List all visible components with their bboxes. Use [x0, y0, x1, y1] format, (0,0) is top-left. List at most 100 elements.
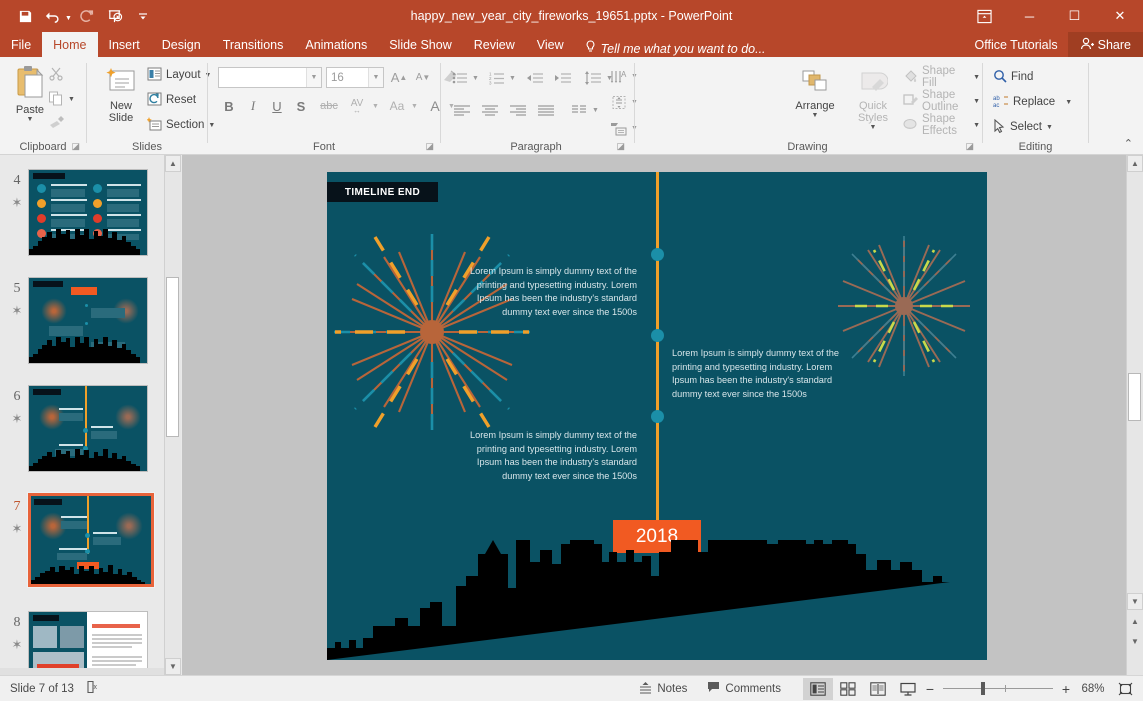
thumbnail-8[interactable] [28, 611, 148, 675]
tab-home[interactable]: Home [42, 32, 98, 57]
present-icon[interactable] [102, 4, 128, 28]
replace-caret[interactable]: ▼ [1065, 99, 1072, 106]
columns-button[interactable] [567, 99, 591, 121]
increase-indent-button[interactable] [551, 67, 575, 89]
reset-button[interactable]: Reset [147, 90, 196, 110]
quick-styles-caret[interactable]: ▼ [870, 124, 877, 131]
bullets-button[interactable] [449, 67, 471, 89]
arrange-dropdown-caret[interactable]: ▼ [812, 112, 819, 119]
reading-view-button[interactable] [863, 678, 893, 700]
arrange-button[interactable]: Arrange ▼ [787, 69, 843, 119]
font-size-dropdown-caret[interactable]: ▼ [368, 68, 383, 87]
text-direction-button[interactable]: A [607, 65, 631, 87]
slide-editing-area[interactable]: TIMELINE END Lorem Ipsum is simply dummy… [182, 155, 1126, 675]
minimize-button[interactable]: ─ [1007, 0, 1052, 32]
align-right-button[interactable] [505, 99, 531, 121]
change-case-caret[interactable]: ▼ [411, 103, 418, 110]
new-slide-button[interactable]: New Slide [95, 67, 147, 124]
increase-font-size-button[interactable]: A ▲ [388, 67, 410, 88]
numbering-button[interactable]: 123 [486, 67, 508, 89]
shape-outline-button[interactable]: Shape Outline ▼ [903, 89, 980, 113]
customize-quick-access-icon[interactable] [130, 4, 156, 28]
shape-effects-caret[interactable]: ▼ [973, 122, 980, 129]
slide-show-button[interactable] [893, 678, 923, 700]
character-spacing-caret[interactable]: ▼ [372, 103, 379, 110]
slide-canvas[interactable]: TIMELINE END Lorem Ipsum is simply dummy… [327, 172, 987, 660]
paste-button[interactable]: Paste ▼ [8, 65, 52, 123]
paste-dropdown-caret[interactable]: ▼ [27, 116, 34, 123]
convert-to-smartart-button[interactable] [607, 117, 631, 139]
zoom-level-label[interactable]: 68% [1073, 683, 1113, 695]
timeline-text-block-3[interactable]: Lorem Ipsum is simply dummy text of the … [452, 429, 637, 483]
slide-scrollbar-thumb[interactable] [1128, 373, 1141, 421]
thumbnail-scrollbar-thumb[interactable] [166, 277, 179, 437]
italic-button[interactable]: I [242, 95, 264, 117]
thumbnail-row-7[interactable]: 7 ✶ [0, 489, 165, 599]
shape-effects-button[interactable]: Shape Effects ▼ [903, 113, 980, 137]
center-button[interactable] [477, 99, 503, 121]
tab-design[interactable]: Design [151, 32, 212, 57]
timeline-text-block-1[interactable]: Lorem Ipsum is simply dummy text of the … [452, 265, 637, 319]
layout-button[interactable]: Layout ▼ [147, 65, 211, 85]
thumbnail-scroll-up-icon[interactable]: ▲ [165, 155, 181, 172]
zoom-slider[interactable] [943, 676, 1053, 701]
paragraph-dialog-launcher[interactable]: ◪ [616, 141, 625, 152]
maximize-button[interactable]: ☐ [1052, 0, 1097, 32]
close-button[interactable]: ✕ [1097, 0, 1143, 32]
align-left-button[interactable] [449, 99, 475, 121]
clipboard-dialog-launcher[interactable]: ◪ [71, 141, 80, 152]
decrease-font-size-button[interactable]: A ▼ [412, 67, 434, 88]
drawing-dialog-launcher[interactable]: ◪ [965, 141, 974, 152]
select-button[interactable]: Select ▼ [993, 117, 1053, 137]
text-shadow-button[interactable]: S [290, 95, 312, 117]
slide-scroll-up-icon[interactable]: ▲ [1127, 155, 1143, 172]
thumbnail-4[interactable] [28, 169, 148, 256]
redo-icon[interactable] [74, 4, 100, 28]
tab-file[interactable]: File [0, 32, 42, 57]
shape-fill-button[interactable]: Shape Fill ▼ [903, 65, 980, 89]
spell-check-icon[interactable]: x [86, 680, 100, 697]
timeline-text-block-2[interactable]: Lorem Ipsum is simply dummy text of the … [672, 347, 857, 401]
character-spacing-button[interactable]: AV ↔ [342, 95, 372, 117]
font-size-box[interactable]: 16 ▼ [326, 67, 384, 88]
change-case-button[interactable]: Aa [384, 95, 410, 117]
justify-button[interactable] [533, 99, 559, 121]
zoom-in-button[interactable]: + [1059, 681, 1073, 697]
thumbnail-row-6[interactable]: 6 ✶ [0, 381, 165, 481]
zoom-out-button[interactable]: − [923, 681, 937, 697]
tab-review[interactable]: Review [463, 32, 526, 57]
tell-me-search[interactable]: Tell me what you want to do... [575, 40, 766, 57]
numbering-caret[interactable]: ▼ [509, 75, 516, 82]
format-painter-button[interactable] [48, 113, 65, 133]
next-slide-icon[interactable]: ▼ [1127, 637, 1143, 646]
tab-insert[interactable]: Insert [98, 32, 151, 57]
thumbnail-6[interactable] [28, 385, 148, 472]
normal-view-button[interactable] [803, 677, 833, 700]
comments-button[interactable]: Comments [697, 676, 791, 701]
thumbnail-scroll-down-icon[interactable]: ▼ [165, 658, 181, 675]
bold-button[interactable]: B [218, 95, 240, 117]
thumbnail-row-5[interactable]: 5 ✶ [0, 273, 165, 373]
tab-slide-show[interactable]: Slide Show [378, 32, 463, 57]
thumbnail-pane-scrollbar[interactable]: ▲ ▼ [164, 155, 181, 675]
shape-outline-caret[interactable]: ▼ [973, 98, 980, 105]
thumbnail-5[interactable] [28, 277, 148, 364]
slide-sorter-view-button[interactable] [833, 678, 863, 700]
bullets-caret[interactable]: ▼ [472, 75, 479, 82]
thumbnail-pane-hscroll[interactable] [0, 668, 164, 675]
underline-button[interactable]: U [266, 95, 288, 117]
save-icon[interactable] [12, 4, 38, 28]
tab-view[interactable]: View [526, 32, 575, 57]
columns-caret[interactable]: ▼ [592, 107, 599, 114]
strikethrough-button[interactable]: abc [316, 95, 342, 117]
slide-scroll-down-icon[interactable]: ▼ [1127, 593, 1143, 610]
slide-area-scrollbar[interactable]: ▲ ▼ ▲ ▼ [1126, 155, 1143, 675]
shape-fill-caret[interactable]: ▼ [973, 74, 980, 81]
undo-dropdown-caret[interactable]: ▼ [65, 15, 72, 22]
font-name-box[interactable]: ▼ [218, 67, 322, 88]
section-button[interactable]: Section ▼ [146, 115, 215, 135]
thumbnail-row-8[interactable]: 8 ✶ [0, 607, 165, 675]
replace-button[interactable]: ab ac Replace ▼ [993, 92, 1072, 112]
thumbnail-row-4[interactable]: 4 ✶ [0, 165, 165, 265]
timeline-end-label[interactable]: TIMELINE END [327, 182, 438, 202]
